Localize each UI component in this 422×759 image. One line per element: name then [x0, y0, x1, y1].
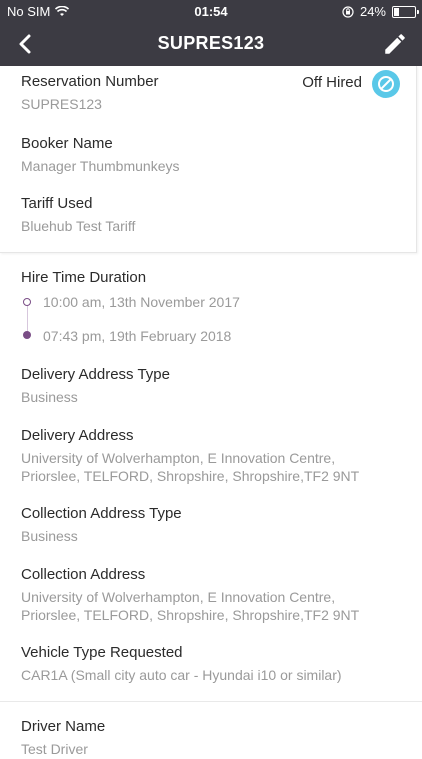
delivery-address-type-label: Delivery Address Type	[21, 366, 170, 383]
delivery-address-label: Delivery Address	[21, 427, 134, 444]
hire-start-time: 10:00 am, 13th November 2017	[43, 294, 240, 310]
navigation-bar: SUPRES123	[0, 22, 422, 66]
vehicle-type-value: CAR1A (Small city auto car - Hyundai i10…	[21, 667, 342, 683]
status-text: Off Hired	[302, 74, 362, 91]
section-divider	[0, 701, 422, 702]
status-bar: No SIM 01:54 24%	[0, 0, 422, 22]
reservation-summary-card: Reservation Number SUPRES123 Off Hired B…	[0, 66, 417, 253]
driver-name-value: Test Driver	[21, 741, 88, 757]
hire-end-time: 07:43 pm, 19th February 2018	[43, 328, 232, 344]
delivery-address-line1: University of Wolverhampton, E Innovatio…	[21, 450, 336, 466]
reservation-number-label: Reservation Number	[21, 73, 159, 90]
collection-address-line1: University of Wolverhampton, E Innovatio…	[21, 589, 336, 605]
collection-address-type-value: Business	[21, 528, 78, 544]
reservation-number-value: SUPRES123	[21, 96, 102, 112]
delivery-address-type-value: Business	[21, 389, 78, 405]
timeline-start-dot	[23, 298, 31, 306]
prohibited-icon	[372, 70, 400, 98]
collection-address-type-label: Collection Address Type	[21, 505, 182, 522]
hire-duration-label: Hire Time Duration	[21, 269, 147, 286]
page-title: SUPRES123	[157, 33, 265, 53]
status-bar-right: 24%	[342, 4, 419, 19]
vehicle-type-label: Vehicle Type Requested	[21, 644, 183, 661]
delivery-address-line2: Priorslee, TELFORD, Shropshire, Shropshi…	[21, 468, 360, 484]
tariff-value: Bluehub Test Tariff	[21, 218, 136, 234]
booker-name-value: Manager Thumbmunkeys	[21, 158, 180, 174]
tariff-label: Tariff Used	[21, 195, 93, 212]
orientation-lock-icon	[342, 5, 354, 18]
timeline-connector	[27, 304, 28, 334]
battery-percent: 24%	[359, 4, 386, 19]
collection-address-label: Collection Address	[21, 566, 146, 583]
pencil-icon[interactable]	[382, 31, 408, 57]
timeline-end-dot	[23, 331, 31, 339]
driver-name-label: Driver Name	[21, 718, 106, 735]
battery-icon	[392, 5, 419, 18]
collection-address-line2: Priorslee, TELFORD, Shropshire, Shropshi…	[21, 607, 360, 623]
booker-name-label: Booker Name	[21, 135, 113, 152]
